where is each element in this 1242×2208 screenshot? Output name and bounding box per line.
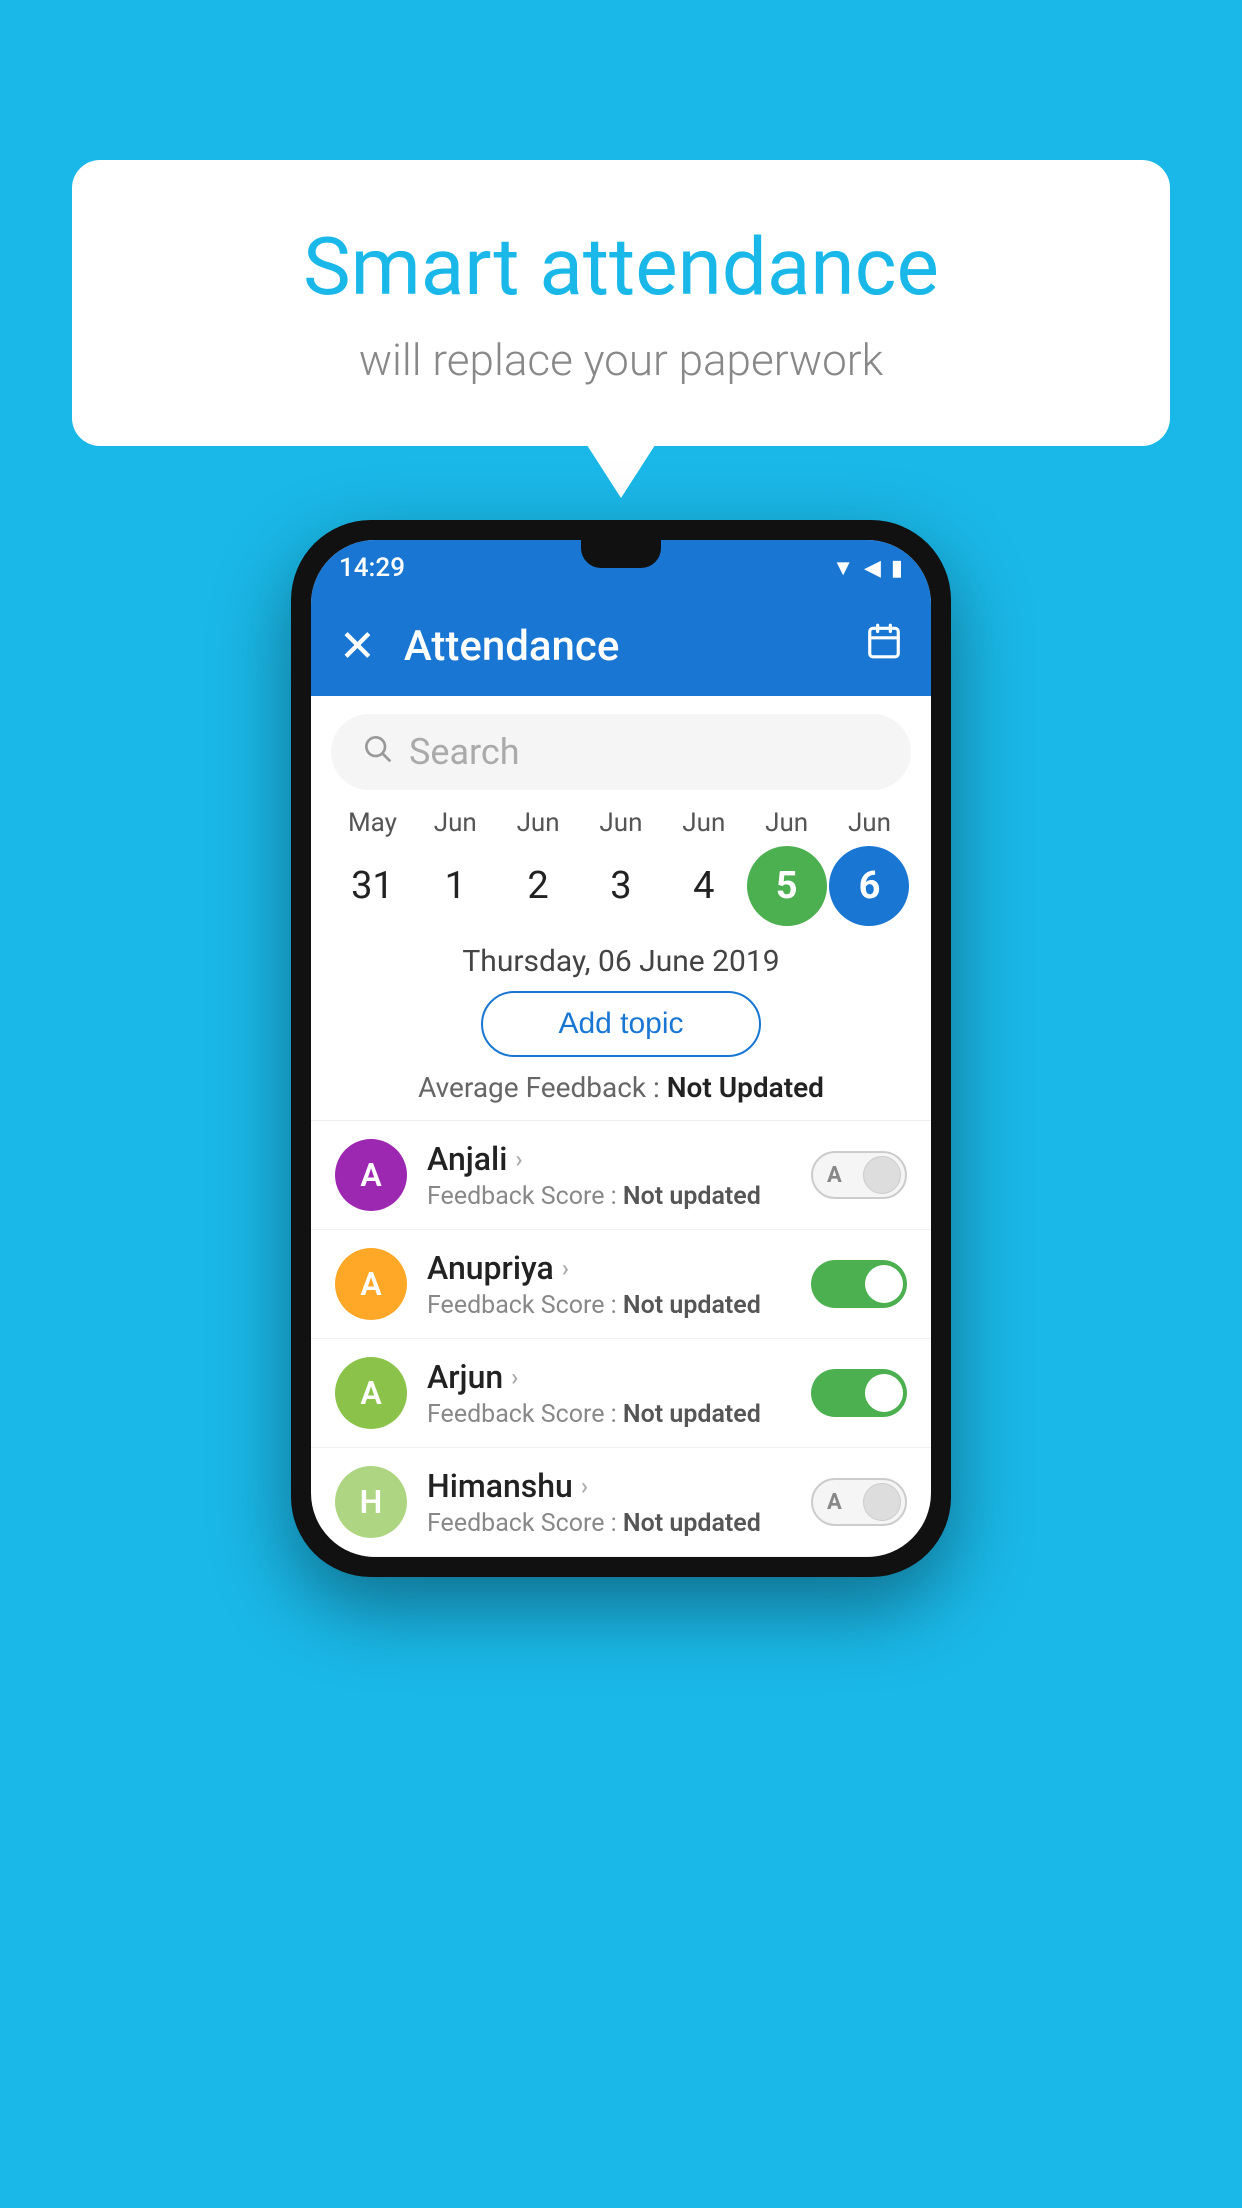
avatar: A [335, 1139, 407, 1211]
close-button[interactable]: ✕ [339, 624, 376, 668]
cal-month-3: Jun [581, 808, 661, 838]
cal-month-1: Jun [415, 808, 495, 838]
student-list: A Anjali › Feedback Score : Not updated … [311, 1120, 931, 1557]
add-topic-button[interactable]: Add topic [481, 991, 761, 1057]
chevron-icon: › [562, 1254, 569, 1282]
student-info: Anupriya › Feedback Score : Not updated [427, 1249, 791, 1320]
toggle-knob [863, 1156, 901, 1194]
battery-icon: ▮ [891, 556, 903, 581]
student-name[interactable]: Anjali › [427, 1140, 791, 1178]
avg-feedback-value: Not Updated [667, 1071, 824, 1104]
chevron-icon: › [515, 1145, 522, 1173]
student-name[interactable]: Anupriya › [427, 1249, 791, 1287]
chevron-icon: › [511, 1363, 518, 1391]
cal-month-5: Jun [747, 808, 827, 838]
status-icons: ▼ ◀ ▮ [832, 555, 903, 581]
feedback-score: Feedback Score : Not updated [427, 1400, 791, 1429]
calendar-months: May Jun Jun Jun Jun Jun Jun [321, 808, 921, 838]
search-icon [361, 731, 393, 773]
search-placeholder: Search [409, 731, 520, 773]
attendance-toggle[interactable]: A [811, 1151, 907, 1199]
attendance-toggle[interactable]: A [811, 1478, 907, 1526]
avatar: H [335, 1466, 407, 1538]
bubble-title: Smart attendance [152, 220, 1090, 314]
attendance-toggle[interactable]: P [811, 1369, 907, 1417]
phone-notch [581, 540, 661, 568]
avatar: A [335, 1357, 407, 1429]
bubble-subtitle: will replace your paperwork [152, 334, 1090, 386]
search-bar[interactable]: Search [331, 714, 911, 790]
avatar: A [335, 1248, 407, 1320]
cal-date-3[interactable]: 3 [581, 846, 661, 926]
chevron-icon: › [581, 1472, 588, 1500]
student-info: Himanshu › Feedback Score : Not updated [427, 1467, 791, 1538]
feedback-score: Feedback Score : Not updated [427, 1509, 791, 1538]
cal-month-6: Jun [829, 808, 909, 838]
feedback-score: Feedback Score : Not updated [427, 1182, 791, 1211]
phone-outer: 14:29 ▼ ◀ ▮ ✕ Attendance [291, 520, 951, 1577]
avg-feedback-label: Average Feedback : [418, 1071, 660, 1104]
cal-month-0: May [332, 808, 412, 838]
calendar-icon[interactable] [865, 622, 903, 670]
calendar-dates: 31 1 2 3 4 5 6 [321, 838, 921, 934]
calendar-strip: May Jun Jun Jun Jun Jun Jun 31 1 2 3 4 5… [311, 808, 931, 934]
student-name[interactable]: Arjun › [427, 1358, 791, 1396]
list-item: A Anjali › Feedback Score : Not updated … [311, 1121, 931, 1230]
wifi-icon: ▼ [832, 555, 854, 581]
selected-date-label: Thursday, 06 June 2019 [311, 944, 931, 979]
student-info: Arjun › Feedback Score : Not updated [427, 1358, 791, 1429]
speech-bubble-container: Smart attendance will replace your paper… [72, 160, 1170, 446]
cal-month-4: Jun [664, 808, 744, 838]
attendance-toggle[interactable]: P [811, 1260, 907, 1308]
app-bar: ✕ Attendance [311, 596, 931, 696]
phone-screen: 14:29 ▼ ◀ ▮ ✕ Attendance [311, 540, 931, 1557]
cal-month-2: Jun [498, 808, 578, 838]
app-bar-title: Attendance [404, 622, 837, 671]
phone-container: 14:29 ▼ ◀ ▮ ✕ Attendance [291, 520, 951, 1577]
cal-date-2[interactable]: 2 [498, 846, 578, 926]
toggle-knob [863, 1483, 901, 1521]
cal-date-4[interactable]: 4 [664, 846, 744, 926]
cal-date-5[interactable]: 5 [747, 846, 827, 926]
toggle-knob [865, 1374, 903, 1412]
cal-date-6[interactable]: 6 [829, 846, 909, 926]
student-name[interactable]: Himanshu › [427, 1467, 791, 1505]
cal-date-1[interactable]: 1 [415, 846, 495, 926]
list-item: A Arjun › Feedback Score : Not updated P [311, 1339, 931, 1448]
avg-feedback: Average Feedback : Not Updated [311, 1071, 931, 1104]
speech-bubble: Smart attendance will replace your paper… [72, 160, 1170, 446]
list-item: A Anupriya › Feedback Score : Not update… [311, 1230, 931, 1339]
status-time: 14:29 [339, 553, 405, 583]
student-info: Anjali › Feedback Score : Not updated [427, 1140, 791, 1211]
cal-date-0[interactable]: 31 [332, 846, 412, 926]
signal-icon: ◀ [864, 556, 881, 581]
list-item: H Himanshu › Feedback Score : Not update… [311, 1448, 931, 1557]
feedback-score: Feedback Score : Not updated [427, 1291, 791, 1320]
toggle-knob [865, 1265, 903, 1303]
